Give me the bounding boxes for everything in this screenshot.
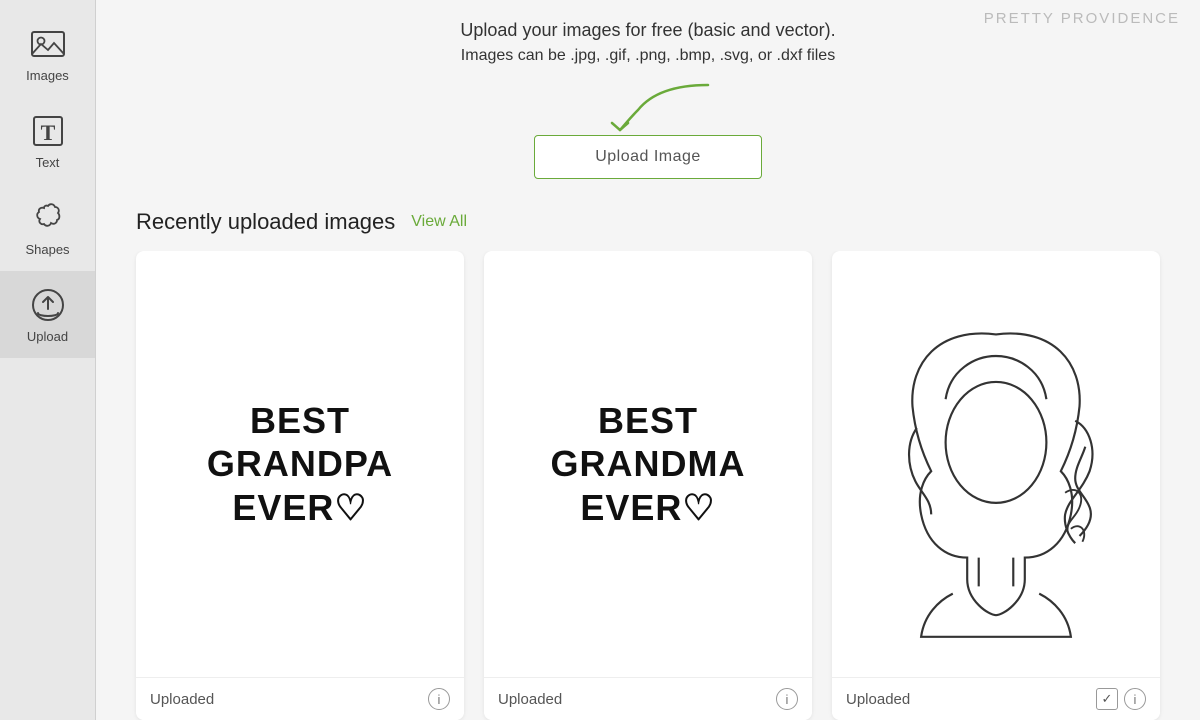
grandpa-text: BESTGRANDPAEVER♡ xyxy=(207,399,393,529)
subtext: Images can be .jpg, .gif, .png, .bmp, .s… xyxy=(126,47,1170,65)
section-title: Recently uploaded images xyxy=(136,209,395,235)
image-card-girl: Uploaded ✓ i xyxy=(832,251,1160,720)
card-girl-status: Uploaded xyxy=(846,691,910,708)
sidebar-text-label: Text xyxy=(36,155,60,170)
sidebar-images-label: Images xyxy=(26,68,69,83)
card-girl-footer: Uploaded ✓ i xyxy=(832,677,1160,720)
shapes-icon xyxy=(28,198,68,238)
check-icon-girl[interactable]: ✓ xyxy=(1096,688,1118,710)
info-icon-grandma[interactable]: i xyxy=(776,688,798,710)
brand-name: PRETTY PROVIDENCE xyxy=(984,10,1180,27)
text-icon: T xyxy=(28,111,68,151)
card-grandpa-content: BESTGRANDPAEVER♡ xyxy=(136,251,464,677)
card-girl-footer-icons: ✓ i xyxy=(1096,688,1146,710)
info-icon-girl[interactable]: i xyxy=(1124,688,1146,710)
image-card-grandma: BESTGRANDMAEVER♡ Uploaded i xyxy=(484,251,812,720)
section-header: Recently uploaded images View All xyxy=(96,199,1200,251)
card-grandma-footer: Uploaded i xyxy=(484,677,812,720)
upload-icon xyxy=(28,285,68,325)
sidebar-item-text[interactable]: T Text xyxy=(0,97,95,184)
card-grandpa-footer: Uploaded i xyxy=(136,677,464,720)
arrow-decoration xyxy=(96,75,1200,135)
card-grandma-content: BESTGRANDMAEVER♡ xyxy=(484,251,812,677)
upload-button-container: Upload Image xyxy=(96,135,1200,179)
svg-text:T: T xyxy=(40,120,55,145)
info-icon-grandpa[interactable]: i xyxy=(428,688,450,710)
sidebar-shapes-label: Shapes xyxy=(25,242,69,257)
image-card-grandpa: BESTGRANDPAEVER♡ Uploaded i xyxy=(136,251,464,720)
girl-svg xyxy=(852,271,1140,657)
image-grid: BESTGRANDPAEVER♡ Uploaded i BESTGRANDMAE… xyxy=(96,251,1200,720)
view-all-link[interactable]: View All xyxy=(411,213,467,231)
sidebar: Images T Text Shapes Upload xyxy=(0,0,96,720)
card-grandpa-status: Uploaded xyxy=(150,691,214,708)
upload-image-button[interactable]: Upload Image xyxy=(534,135,762,179)
card-grandma-status: Uploaded xyxy=(498,691,562,708)
card-girl-content xyxy=(832,251,1160,677)
sidebar-item-upload[interactable]: Upload xyxy=(0,271,95,358)
sidebar-upload-label: Upload xyxy=(27,329,68,344)
images-icon xyxy=(28,24,68,64)
grandma-text: BESTGRANDMAEVER♡ xyxy=(551,399,746,529)
sidebar-item-shapes[interactable]: Shapes xyxy=(0,184,95,271)
sidebar-item-images[interactable]: Images xyxy=(0,10,95,97)
main-content: PRETTY PROVIDENCE Upload your images for… xyxy=(96,0,1200,720)
top-banner: PRETTY PROVIDENCE Upload your images for… xyxy=(96,0,1200,75)
